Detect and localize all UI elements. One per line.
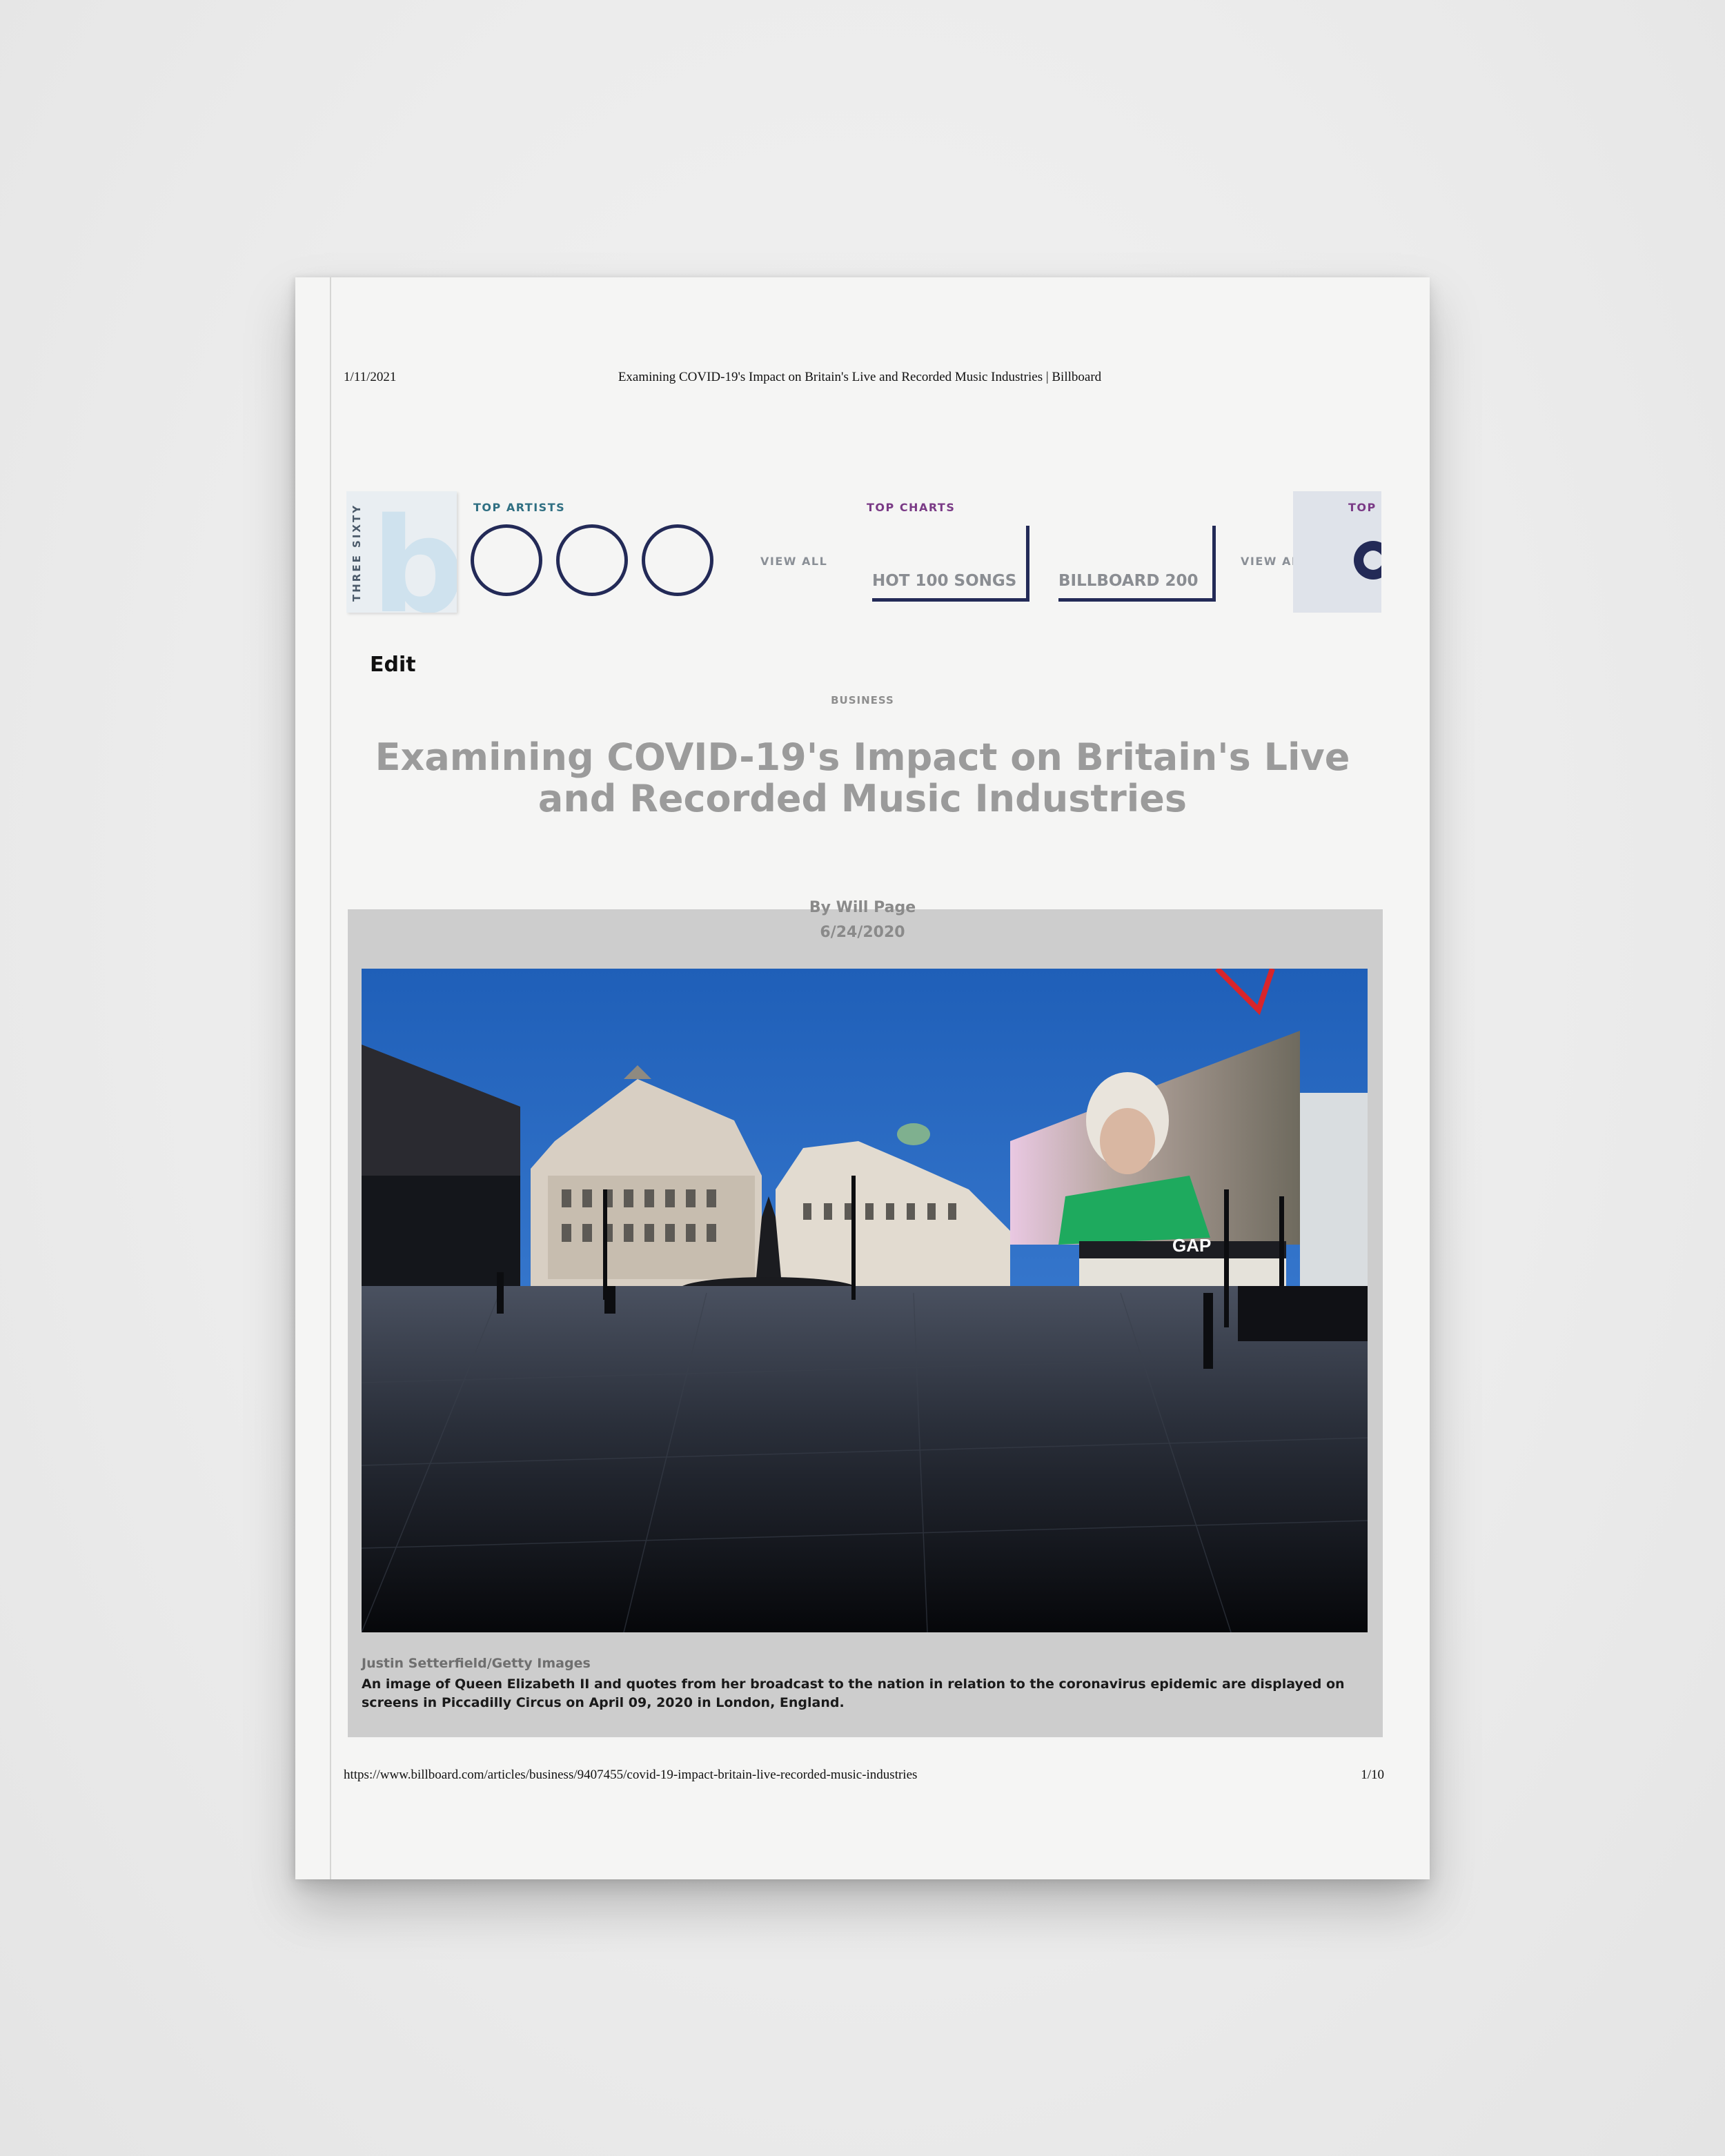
hero-photo: GAP (362, 969, 1368, 1632)
publish-date: 6/24/2020 (820, 924, 905, 941)
logo-side-text: THREE SIXTY (351, 503, 363, 602)
printed-page: 1/11/2021 Examining COVID-19's Impact on… (295, 277, 1430, 1879)
photo-credit: Justin Setterfield/Getty Images (362, 1656, 591, 1671)
billboard-logo-tile[interactable]: b THREE SIXTY (346, 491, 457, 613)
article-byline: By Will Page 6/24/2020 (295, 896, 1430, 945)
article-category[interactable]: BUSINESS (295, 694, 1430, 706)
top-artists-label: TOP ARTISTS (473, 501, 566, 514)
chart-card-hot-100[interactable]: HOT 100 SONGS (872, 526, 1029, 602)
logo-mark-cutout (1363, 551, 1381, 570)
charts-nav-strip: b THREE SIXTY TOP ARTISTS VIEW ALL TOP C… (346, 491, 1381, 622)
chart-card-billboard-200[interactable]: BILLBOARD 200 (1058, 526, 1216, 602)
artist-avatar[interactable] (642, 524, 713, 596)
article-headline: Examining COVID-19's Impact on Britain's… (375, 735, 1350, 820)
print-title: Examining COVID-19's Impact on Britain's… (618, 370, 1102, 384)
truncated-section-label: TOP (1348, 501, 1377, 514)
top-charts-label: TOP CHARTS (867, 501, 956, 514)
print-url: https://www.billboard.com/articles/busin… (344, 1768, 918, 1782)
billboard-b-logo: b (371, 491, 457, 613)
artist-avatar[interactable] (556, 524, 628, 596)
print-header: 1/11/2021 Examining COVID-19's Impact on… (344, 370, 1376, 390)
artist-avatar[interactable] (471, 524, 542, 596)
artists-view-all-link[interactable]: VIEW ALL (760, 555, 827, 568)
photo-caption: An image of Queen Elizabeth II and quote… (362, 1677, 1345, 1710)
photo-billboard-text: GAP (1172, 1235, 1211, 1256)
author-name[interactable]: By Will Page (295, 896, 1430, 920)
print-page-number: 1/10 (1361, 1768, 1384, 1782)
edit-link[interactable]: Edit (370, 653, 416, 677)
chart-card-label: HOT 100 SONGS (872, 572, 1017, 590)
binding-line (330, 277, 331, 1879)
chart-card-label: BILLBOARD 200 (1058, 572, 1199, 590)
